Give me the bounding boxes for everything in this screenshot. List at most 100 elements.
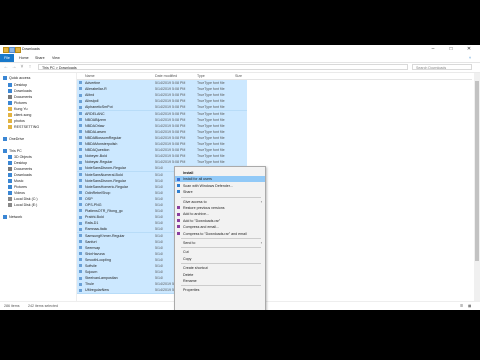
file-name: NoteSansHomeric-Regular (85, 184, 128, 189)
context-menu-item[interactable]: Install for all users (175, 176, 265, 183)
context-menu-item[interactable]: Properties (175, 287, 265, 293)
close-button[interactable]: ✕ (460, 45, 478, 54)
font-file-icon (79, 105, 82, 109)
column-type[interactable]: Type (197, 73, 205, 79)
nav-item-label: Pictures (14, 101, 27, 105)
context-menu-item[interactable]: Create shortcut (175, 265, 265, 271)
file-date: 5/14/ (155, 178, 163, 183)
file-name: NBDAMonsterpolish (85, 142, 118, 146)
context-menu-label: Send to (183, 241, 196, 245)
file-name: NoteSansNumeral-Bold (85, 172, 123, 177)
context-menu-item[interactable]: Restore previous versions (175, 205, 265, 211)
nav-item-icon (8, 113, 12, 117)
file-name: OSP (85, 196, 93, 201)
menu-separator (181, 247, 261, 249)
up-icon[interactable]: ↑ (27, 64, 33, 71)
font-file-icon (79, 252, 82, 256)
font-file-icon (79, 178, 82, 182)
nav-item-label: Local Disk (E:) (14, 203, 38, 207)
navigation-pane: Quick access Desktop Downloads Documents Pic… (0, 73, 77, 301)
nav-item[interactable]: Network (3, 214, 22, 220)
window-title: Downloads (22, 47, 40, 51)
context-menu-item[interactable]: Scan with Windows Defender... (175, 183, 265, 189)
file-name: NBDAQuestion (85, 148, 110, 153)
tab-view[interactable]: View (49, 54, 63, 62)
file-date: 5/14/2019 5:08 PM (155, 117, 186, 122)
font-file-icon (79, 239, 82, 243)
context-menu-item[interactable]: Install (175, 170, 265, 176)
context-menu-item[interactable]: Add to archive... (175, 211, 265, 217)
submenu-arrow-icon: › (260, 199, 262, 204)
context-menu-label: Compress to "Downloads.rar" and email (183, 231, 247, 236)
nav-item-icon (8, 173, 12, 177)
ribbon-expand-icon[interactable]: ˅ (466, 54, 474, 62)
nav-item-icon (8, 101, 12, 105)
context-menu-item[interactable]: Send to › (175, 240, 265, 246)
font-file-icon (79, 154, 82, 158)
file-name: Alibrd (85, 93, 95, 98)
file-name: Rafa-D1 (85, 221, 99, 226)
context-menu-label: Scan with Windows Defender... (183, 183, 233, 188)
context-menu-item[interactable]: Copy (175, 256, 265, 262)
nav-item[interactable]: RESTSETTING (8, 124, 39, 130)
nav-item-label: Network (9, 215, 23, 219)
file-name: AlphaneticSmPot (85, 105, 113, 110)
nav-item-label: Documents (14, 167, 33, 171)
nav-item-icon (8, 203, 12, 207)
file-name: Prabhi-Bold (85, 215, 104, 220)
file-date: 5/14/2019 5:08 PM (155, 160, 186, 165)
scrollbar-thumb[interactable] (475, 81, 479, 261)
large-icons-view-icon[interactable]: ▦ (468, 302, 471, 310)
back-icon[interactable]: ← (3, 64, 9, 71)
column-date[interactable]: Date modified (155, 73, 177, 79)
file-date: 5/14/ (155, 227, 163, 232)
nav-item-label: Desktop (14, 83, 28, 87)
search-input[interactable]: Search Downloads (412, 64, 472, 70)
context-menu-item[interactable]: Cut (175, 249, 265, 255)
tab-file[interactable]: File (0, 54, 14, 62)
nav-item-icon (8, 197, 12, 201)
context-menu-item[interactable]: Delete (175, 272, 265, 278)
nav-item[interactable]: OneDrive (3, 136, 24, 142)
nav-item[interactable]: Quick access (3, 75, 30, 81)
nav-item-label: Downloads (14, 89, 32, 93)
context-menu-item[interactable]: Give access to › (175, 199, 265, 205)
font-file-icon (79, 111, 82, 115)
menu-separator (181, 285, 261, 287)
file-name: NoteSansDisrom-Regular (85, 178, 126, 183)
address-bar[interactable]: This PC > Downloads (38, 64, 408, 70)
file-name: Thule (85, 282, 94, 287)
font-file-icon (79, 209, 82, 213)
column-name[interactable]: Name (85, 73, 95, 79)
recent-locations-icon[interactable]: ˅ (19, 64, 25, 71)
nav-item-label: This PC (9, 149, 22, 153)
details-view-icon[interactable]: ☰ (460, 302, 463, 310)
nav-item[interactable]: Local Disk (E:) (8, 202, 37, 208)
file-name: Nobeyar-Regular (85, 160, 113, 165)
column-size[interactable]: Size (235, 73, 242, 79)
nav-item-label: Documents (14, 95, 33, 99)
context-menu-item[interactable]: Compress to "Downloads.rar" and email (175, 231, 265, 237)
file-date: 5/14/2019 5:08 PM (155, 123, 186, 128)
vertical-scrollbar[interactable] (474, 73, 480, 301)
font-file-icon (79, 282, 82, 286)
file-date: 5/14/ (155, 209, 163, 214)
tab-share[interactable]: Share (32, 54, 48, 62)
file-date: 5/14/2019 5:08 PM (155, 81, 186, 85)
context-menu-label: Copy (183, 256, 192, 261)
context-menu-item[interactable]: Rename (175, 278, 265, 284)
forward-icon[interactable]: → (11, 64, 17, 71)
context-menu-item[interactable]: Share (175, 189, 265, 195)
nav-item-icon (3, 149, 7, 153)
minimize-button[interactable]: – (424, 45, 442, 54)
context-menu-label: Create shortcut (183, 266, 208, 271)
file-name: SamsungKhmer-Regular (85, 233, 125, 238)
maximize-button[interactable]: □ (442, 45, 460, 54)
file-date: 5/14/2019 5:08 PM (155, 142, 186, 146)
file-name: OdinRebelShop (85, 190, 111, 195)
file-date: 5/14/2019 5:08 PM (155, 99, 186, 104)
context-menu-item[interactable]: Compress and email... (175, 224, 265, 230)
context-menu-item[interactable]: Add to "Downloads.rar" (175, 218, 265, 224)
new-folder-icon[interactable] (15, 47, 21, 53)
tab-home[interactable]: Home (16, 54, 32, 62)
